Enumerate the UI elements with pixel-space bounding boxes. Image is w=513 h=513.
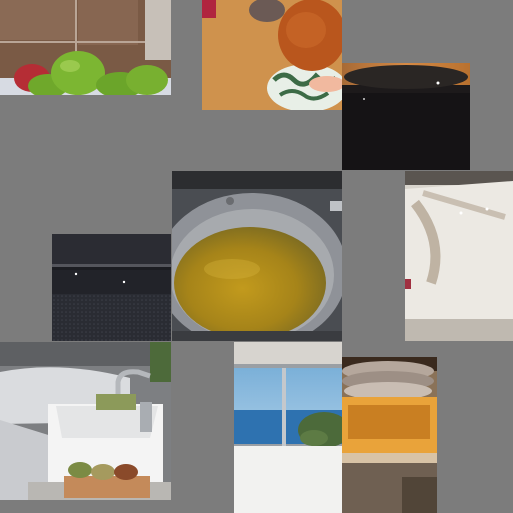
tray-photo-tile: [342, 357, 437, 513]
black-panel-photo-tile: [52, 234, 171, 341]
tray-image: [342, 357, 437, 513]
black-panel-image: [52, 234, 171, 341]
window-photo-tile: [234, 342, 342, 513]
dark-surface-photo-tile: [342, 63, 470, 170]
dark-surface-image: [342, 63, 470, 170]
sink-image: [0, 342, 171, 500]
sink-photo-tile: [0, 342, 171, 500]
apples-photo-tile: [0, 0, 171, 95]
window-image: [234, 342, 342, 513]
spatula-image: [202, 0, 342, 110]
frying-pan-photo-tile: [172, 171, 342, 341]
bathtub-photo-tile: [405, 171, 513, 341]
apples-image: [0, 0, 171, 95]
frying-pan-image: [172, 171, 342, 341]
bathtub-image: [405, 171, 513, 341]
spatula-photo-tile: [202, 0, 342, 110]
